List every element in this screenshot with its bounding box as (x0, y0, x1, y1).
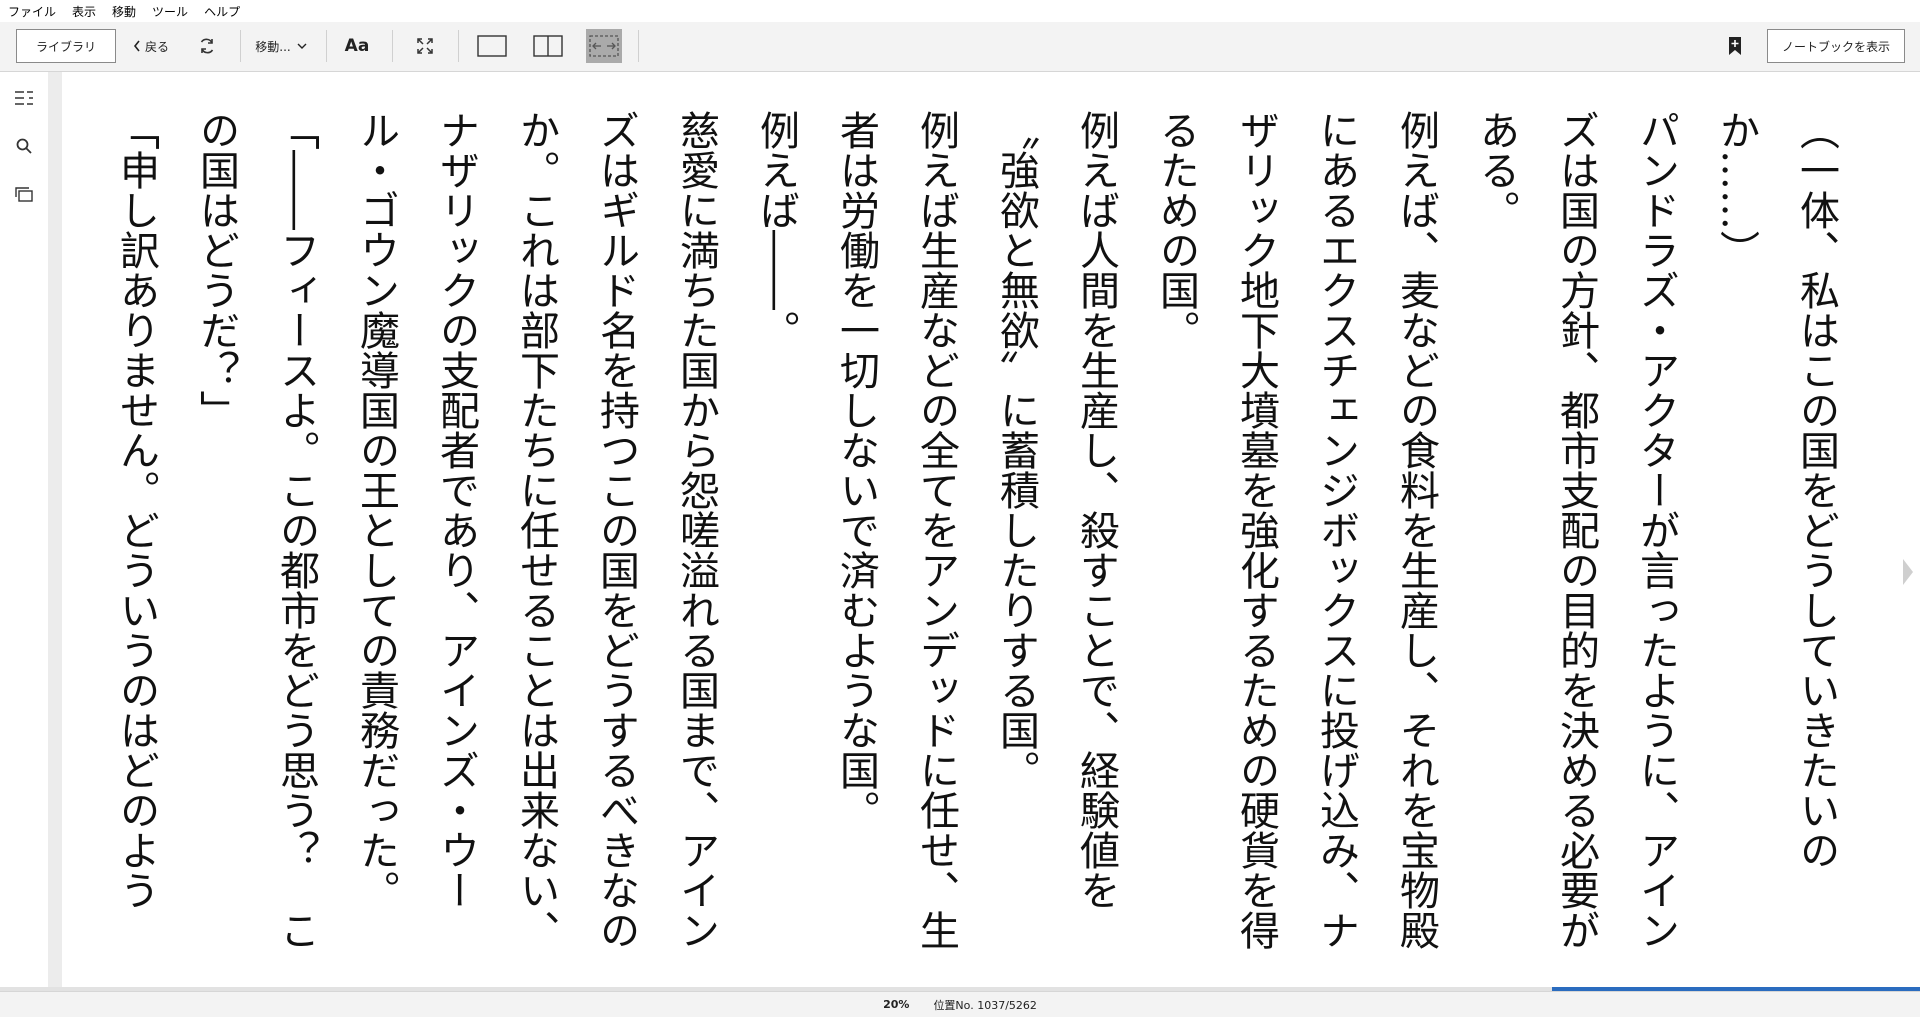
content-left-gutter (48, 72, 62, 987)
two-column-button[interactable] (530, 29, 566, 63)
progress-percent: 20% (883, 998, 910, 1011)
paragraph: 「――フィースよ。この都市をどう思う？ この国はどうだ？」 (193, 110, 319, 950)
paragraph: パンドラズ・アクターが言ったように、アインズは国の方針、都市支配の目的を決める必… (1473, 110, 1679, 950)
single-column-button[interactable] (474, 29, 510, 63)
paragraph: 例えば――。 (753, 110, 799, 350)
paragraph: 例えば、麦などの食料を生産し、それを宝物殿にあるエクスチェンジボックスに投げ込み… (1153, 110, 1439, 950)
toc-icon[interactable] (12, 86, 36, 110)
chevron-down-icon (297, 43, 307, 49)
font-settings-label: Aa (344, 36, 370, 56)
paragraph: 例えば生産などの全てをアンデッドに任せ、生者は労働を一切しないで済むような国。 (833, 110, 959, 950)
refresh-icon (198, 37, 216, 55)
single-page-icon (477, 35, 507, 57)
back-button[interactable]: 戻る (126, 29, 176, 63)
go-to-label: 移動... (255, 39, 291, 54)
location-indicator: 位置No. 1037/5262 (933, 998, 1037, 1012)
font-settings-button[interactable]: Aa (340, 29, 374, 63)
fit-width-button[interactable] (586, 29, 622, 63)
fullscreen-button[interactable] (408, 29, 442, 63)
vertical-text-page: （一体、私はこの国をどうしていきたいのか……） パンドラズ・アクターが言ったよう… (96, 110, 1856, 950)
show-notebook-button[interactable]: ノートブックを表示 (1767, 29, 1905, 63)
menu-bar: ファイル 表示 移動 ツール ヘルプ (0, 0, 1920, 22)
toolbar-divider (458, 30, 459, 62)
menu-help[interactable]: ヘルプ (196, 3, 248, 20)
paragraph: （一体、私はこの国をどうしていきたいのか……） (1713, 110, 1839, 870)
sync-button[interactable] (190, 29, 224, 63)
bookmark-button[interactable] (1720, 29, 1750, 63)
toolbar-divider (638, 30, 639, 62)
library-button[interactable]: ライブラリ (16, 29, 116, 63)
library-button-label: ライブラリ (35, 39, 96, 54)
show-notebook-label: ノートブックを表示 (1781, 39, 1890, 54)
status-bar: 20% 位置No. 1037/5262 (0, 991, 1920, 1017)
caret-right-icon (1902, 558, 1914, 586)
toolbar-divider (326, 30, 327, 62)
search-icon[interactable] (12, 134, 36, 158)
fullscreen-icon (417, 38, 433, 54)
next-page-arrow[interactable] (1900, 552, 1916, 592)
bookmark-add-icon (1728, 36, 1742, 56)
go-to-button[interactable]: 移動... (248, 29, 314, 63)
menu-go[interactable]: 移動 (104, 3, 144, 20)
paragraph: 「申し訳ありません。どういうのはどのよう (113, 110, 159, 910)
left-rail (0, 72, 48, 992)
chevron-left-icon (133, 40, 141, 52)
toolbar-divider (392, 30, 393, 62)
back-button-label: 戻る (144, 39, 169, 54)
fit-width-icon (589, 35, 619, 57)
menu-view[interactable]: 表示 (64, 3, 104, 20)
two-page-icon (533, 35, 563, 57)
paragraph: 例えば人間を生産し、殺すことで、経験値を〝強欲と無欲〟に蓄積したりする国。 (993, 110, 1119, 910)
menu-tools[interactable]: ツール (144, 3, 196, 20)
toolbar-divider (240, 30, 241, 62)
flashcards-icon[interactable] (12, 182, 36, 206)
menu-file[interactable]: ファイル (0, 3, 64, 20)
paragraph: 慈愛に満ちた国から怨嗟溢れる国まで、アインズはギルド名を持つこの国をどうするべき… (353, 110, 719, 950)
reading-pane[interactable]: （一体、私はこの国をどうしていきたいのか……） パンドラズ・アクターが言ったよう… (62, 72, 1916, 987)
toolbar: ライブラリ 戻る 移動... Aa ノートブックを表示 (0, 22, 1920, 72)
